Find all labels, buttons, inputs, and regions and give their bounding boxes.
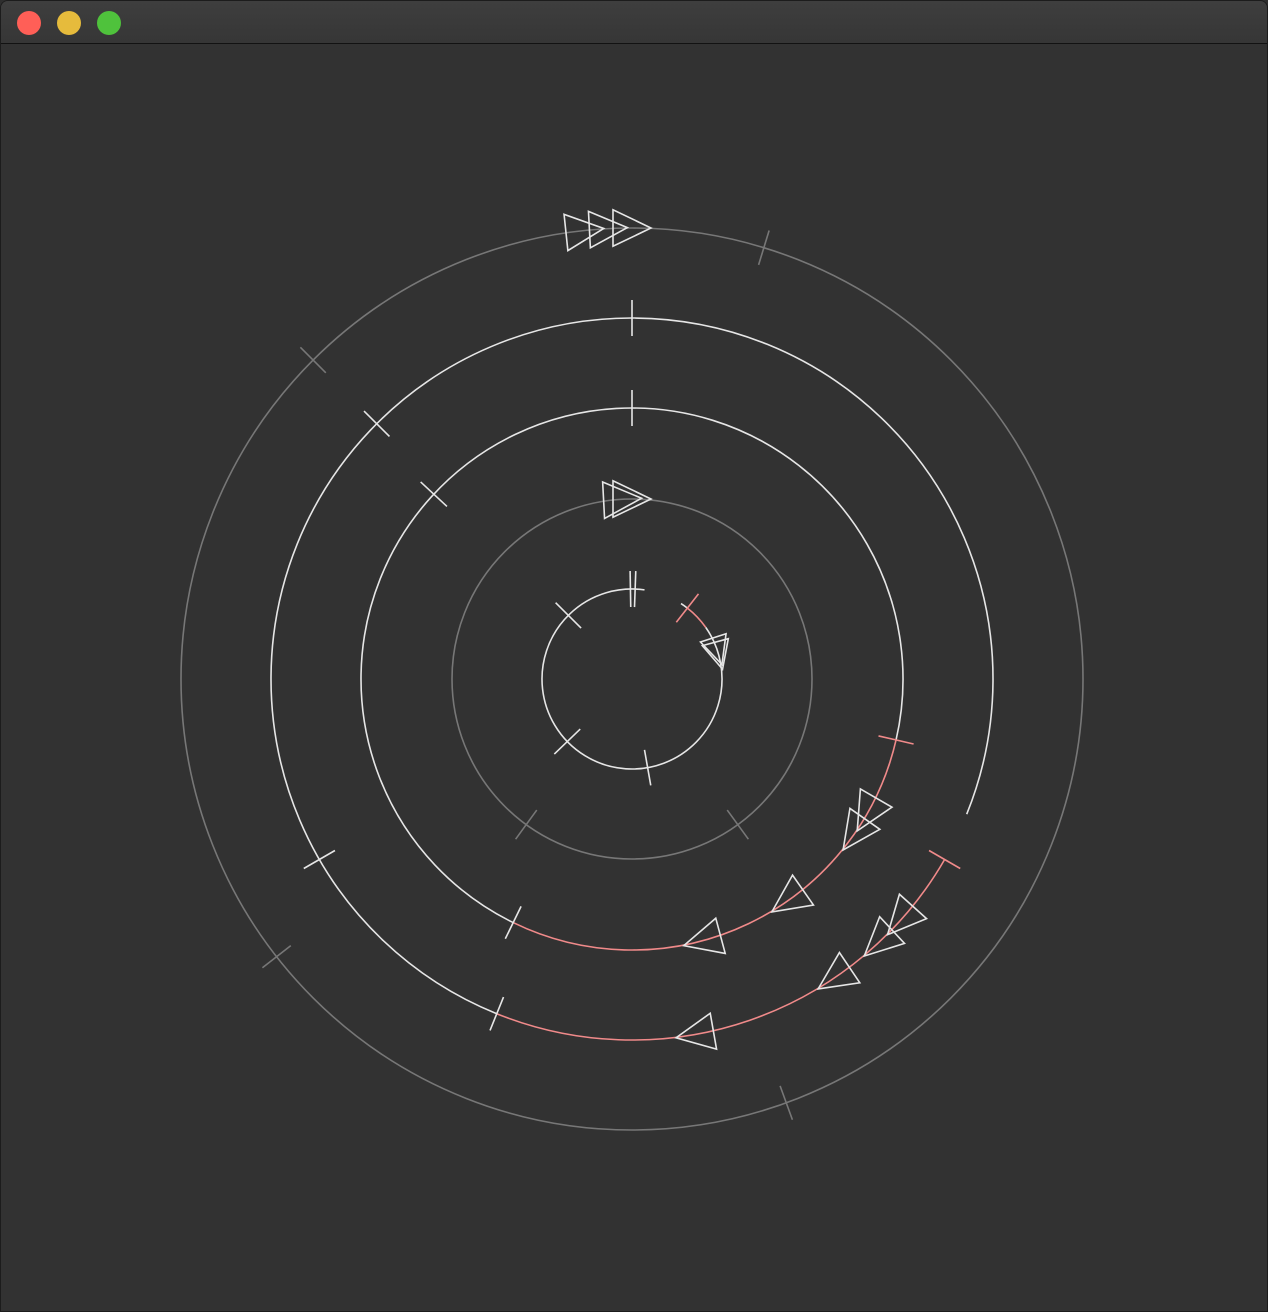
ring-3-marker <box>856 787 894 833</box>
close-button[interactable] <box>17 11 41 35</box>
inner-ring-tick <box>633 571 637 608</box>
app-window <box>0 0 1268 1312</box>
ring-3-marker <box>842 807 882 852</box>
ring-2-marker <box>816 951 862 990</box>
ring-4-tick <box>726 809 750 840</box>
ring-2-highlight-arc <box>496 859 946 1041</box>
title-bar[interactable] <box>1 1 1267 44</box>
ring-2-end-tick <box>489 996 505 1031</box>
outer-ring-tick <box>261 944 292 969</box>
circular-sequencer[interactable] <box>1 45 1268 1312</box>
minimize-button[interactable] <box>57 11 81 35</box>
ring-2-tick <box>303 849 336 870</box>
zoom-button[interactable] <box>97 11 121 35</box>
ring-2-highlight-tick <box>928 849 961 870</box>
ring-3-end-tick <box>504 906 522 940</box>
inner-ring-highlight-arc <box>686 607 707 628</box>
inner-ring-arc <box>680 602 688 609</box>
inner-ring-highlight-tick <box>675 593 700 623</box>
canvas-area[interactable] <box>1 45 1268 1312</box>
ring-4-tick <box>514 809 538 840</box>
ring-3-highlight-arc <box>512 739 897 951</box>
inner-ring-tick <box>555 602 582 629</box>
outer-ring-tick <box>757 230 770 266</box>
ring-3-arc <box>360 407 904 924</box>
inner-ring-tick <box>629 571 632 608</box>
ring-4 <box>451 498 813 860</box>
outer-ring-tick <box>779 1085 794 1120</box>
